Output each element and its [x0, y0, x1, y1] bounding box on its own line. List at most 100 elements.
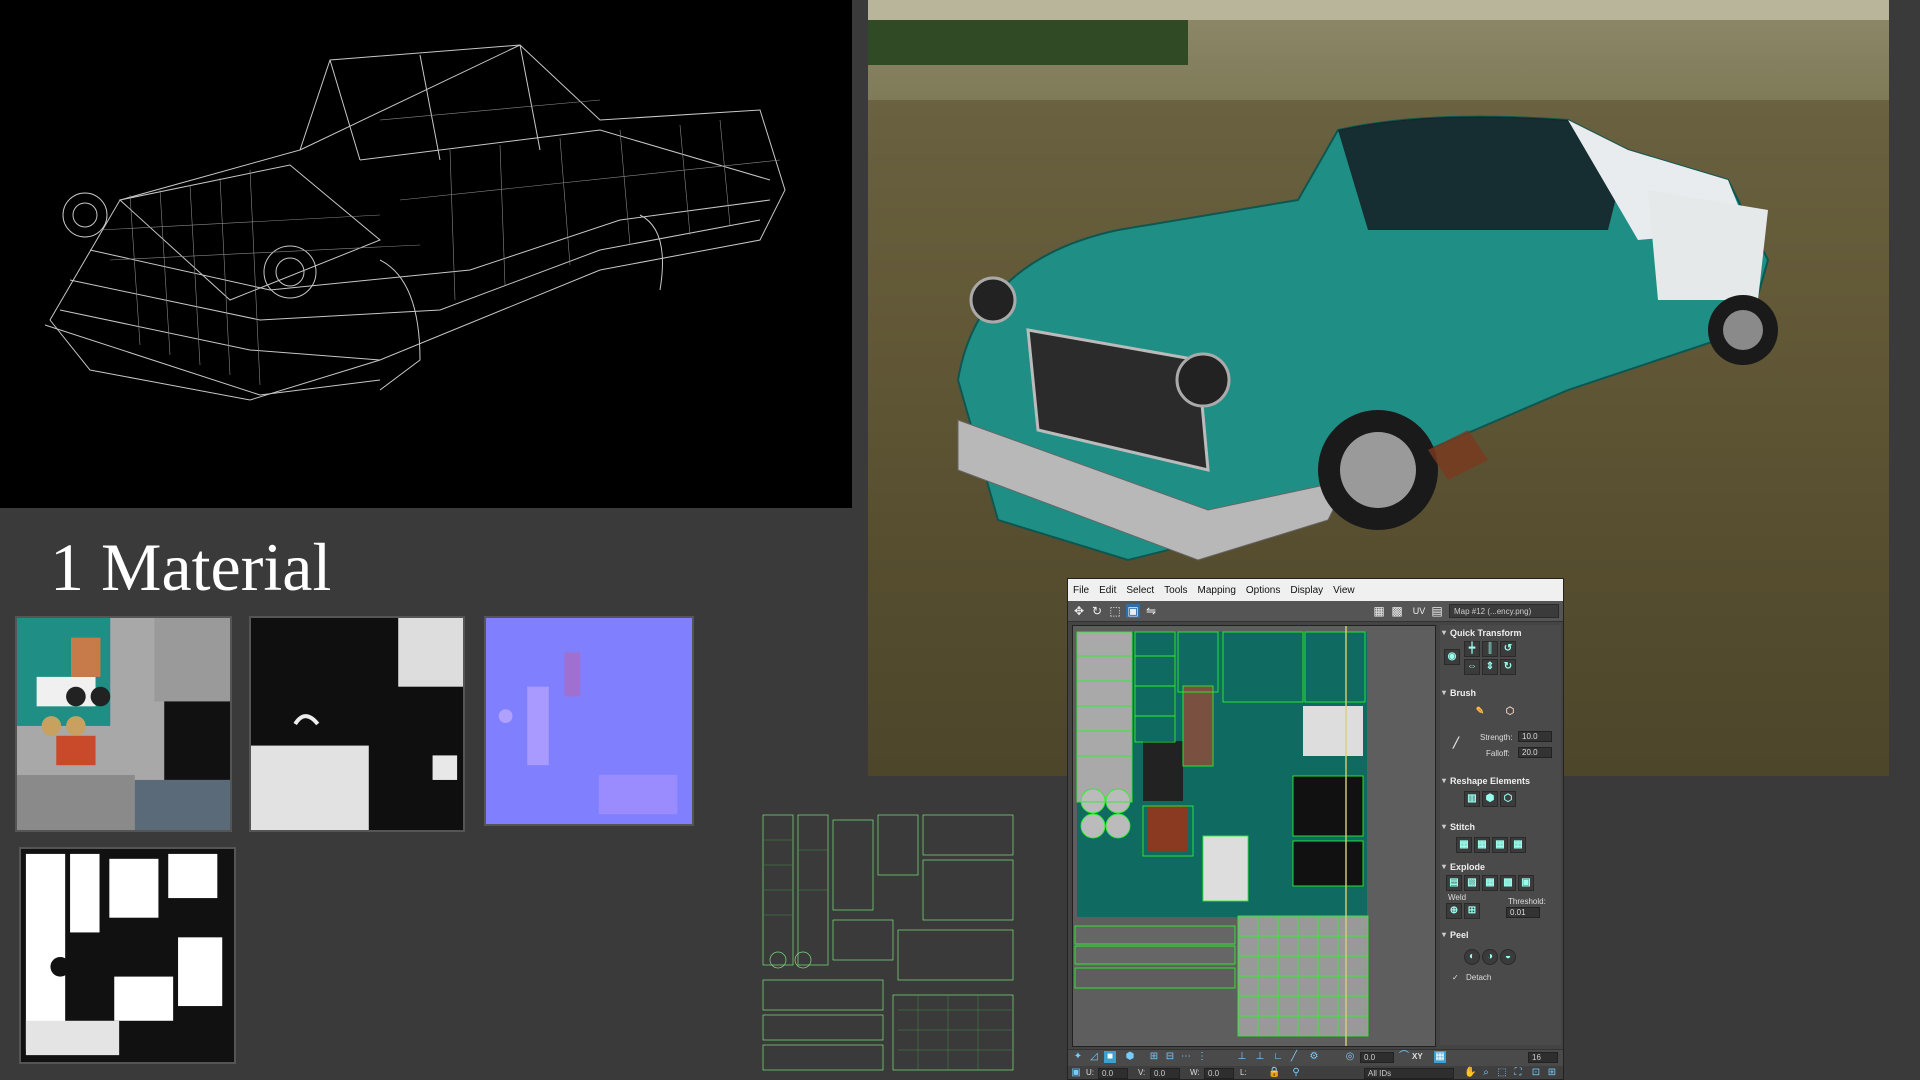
uv-wireframe-preview [758, 810, 1020, 1075]
select-by-id-icon[interactable]: ⊥ [1254, 1051, 1266, 1063]
quick-transform-header[interactable]: Quick Transform [1442, 627, 1559, 639]
snap-icon[interactable]: ⌒ [1398, 1051, 1410, 1063]
explode-header[interactable]: Explode [1442, 861, 1559, 873]
menu-file[interactable]: File [1073, 585, 1089, 596]
stitch-source-icon[interactable]: ▦ [1492, 837, 1508, 853]
pivot-icon[interactable]: ◉ [1444, 649, 1460, 665]
mirror-icon[interactable]: ⇋ [1144, 604, 1158, 618]
straighten-icon[interactable]: ▥ [1464, 791, 1480, 807]
space-horizontal-icon[interactable]: ⇔ [1464, 659, 1480, 675]
face-select-icon[interactable]: ■ [1104, 1051, 1116, 1063]
paint-select-icon[interactable]: ⊥ [1236, 1051, 1248, 1063]
reshape-header[interactable]: Reshape Elements [1442, 775, 1559, 787]
edge-select-icon[interactable]: ◿ [1088, 1051, 1100, 1063]
map-thumbnail-icon[interactable]: ▤ [1430, 604, 1444, 618]
freeform-icon[interactable]: ▣ [1126, 604, 1140, 618]
v-label: V: [1138, 1068, 1146, 1077]
base-color-texture [15, 616, 232, 832]
ring-select-icon[interactable]: ⋮ [1196, 1051, 1208, 1063]
paint-brush-icon[interactable]: ✎ [1472, 705, 1488, 721]
weld-target-icon[interactable]: ⊞ [1464, 903, 1480, 919]
zoom-extents-icon[interactable]: ⛶ [1512, 1067, 1524, 1079]
stitch-to-target-icon[interactable]: ▦ [1456, 837, 1472, 853]
menu-options[interactable]: Options [1246, 585, 1280, 596]
stitch-section: Stitch ▦ ▦ ▦ ▦ [1442, 821, 1559, 855]
stitch-header[interactable]: Stitch [1442, 821, 1559, 833]
zoom-selected-icon[interactable]: ⊡ [1530, 1067, 1542, 1079]
brush-header[interactable]: Brush [1442, 687, 1559, 699]
grid-snap-icon[interactable]: ▦ [1434, 1051, 1446, 1063]
loop-select-icon[interactable]: ⋯ [1180, 1051, 1192, 1063]
grow-select-icon[interactable]: ⊞ [1148, 1051, 1160, 1063]
peel-mode-icon[interactable]: ◑ [1482, 949, 1498, 965]
menu-select[interactable]: Select [1126, 585, 1154, 596]
zoom-all-icon[interactable]: ⊞ [1546, 1067, 1558, 1079]
menu-view[interactable]: View [1333, 585, 1355, 596]
xy-toggle[interactable]: XY [1412, 1052, 1423, 1061]
detach-checkbox-icon[interactable]: ✓ [1452, 973, 1459, 982]
w-input[interactable]: 0.0 [1204, 1068, 1234, 1079]
menu-tools[interactable]: Tools [1164, 585, 1187, 596]
explode-to-polys-icon[interactable]: ▧ [1464, 875, 1480, 891]
uv-editor-window[interactable]: File Edit Select Tools Mapping Options D… [1067, 578, 1564, 1080]
rotate-icon[interactable]: ↻ [1090, 604, 1104, 618]
uv-layout-graphic [1073, 626, 1435, 1046]
texture-toggle-icon[interactable]: ▩ [1390, 604, 1404, 618]
stitch-custom-icon[interactable]: ▦ [1510, 837, 1526, 853]
explode-to-smoothing-icon[interactable]: ▦ [1482, 875, 1498, 891]
soft-select-icon[interactable]: ⚙ [1308, 1051, 1320, 1063]
brush-select-icon[interactable]: ╱ [1288, 1051, 1300, 1063]
menu-display[interactable]: Display [1290, 585, 1323, 596]
explode-to-hard-edges-icon[interactable]: ▣ [1518, 875, 1534, 891]
explode-to-materials-icon[interactable]: ▩ [1500, 875, 1516, 891]
rotation-icon[interactable]: ◎ [1344, 1051, 1356, 1063]
v-input[interactable]: 0.0 [1150, 1068, 1180, 1079]
brush-line-icon[interactable]: ╱ [1448, 737, 1464, 753]
element-select-icon[interactable]: ⬢ [1124, 1051, 1136, 1063]
zoom-icon[interactable]: ⌕ [1480, 1067, 1492, 1079]
weld-label: Weld [1448, 893, 1467, 902]
select-overlap-icon[interactable]: ∟ [1272, 1051, 1284, 1063]
uv-label[interactable]: UV [1410, 604, 1428, 618]
menu-edit[interactable]: Edit [1099, 585, 1116, 596]
reset-peel-icon[interactable]: ◒ [1500, 949, 1516, 965]
rotate-90-icon[interactable]: ↺ [1500, 641, 1516, 657]
grid-size-input[interactable]: 16 [1528, 1052, 1558, 1063]
vertex-select-icon[interactable]: ✦ [1072, 1051, 1084, 1063]
uv-viewport[interactable] [1072, 625, 1436, 1047]
pan-icon[interactable]: ✋ [1464, 1067, 1476, 1079]
filter-icon[interactable]: ⚲ [1290, 1067, 1302, 1079]
angle-input[interactable]: 0.0 [1360, 1052, 1394, 1063]
stitch-average-icon[interactable]: ▦ [1474, 837, 1490, 853]
uv-menubar: File Edit Select Tools Mapping Options D… [1068, 579, 1563, 601]
align-vertical-icon[interactable]: ║ [1482, 641, 1498, 657]
align-horizontal-icon[interactable]: ┿ [1464, 641, 1480, 657]
scale-icon[interactable]: ⬚ [1108, 604, 1122, 618]
w-label: W: [1190, 1068, 1200, 1077]
strength-input[interactable]: 10.0 [1518, 731, 1552, 742]
relax-icon[interactable]: ⬢ [1482, 791, 1498, 807]
absolute-mode-icon[interactable]: ▣ [1070, 1067, 1082, 1079]
rotate-neg90-icon[interactable]: ↻ [1500, 659, 1516, 675]
falloff-input[interactable]: 20.0 [1518, 747, 1552, 758]
detach-label: Detach [1466, 973, 1492, 982]
break-icon[interactable]: ▤ [1446, 875, 1462, 891]
quick-peel-icon[interactable]: ◐ [1464, 949, 1480, 965]
threshold-input[interactable]: 0.01 [1506, 907, 1540, 918]
weld-selected-icon[interactable]: ⊕ [1446, 903, 1462, 919]
map-select-dropdown[interactable]: Map #12 (...ency.png) [1449, 604, 1559, 618]
peel-section: Peel ◐ ◑ ◒ ✓ Detach [1442, 929, 1559, 989]
uv-coordinate-bar: ▣ U: 0.0 V: 0.0 W: 0.0 L: 🔒 ⚲ All IDs ✋ … [1068, 1066, 1563, 1079]
shrink-select-icon[interactable]: ⊟ [1164, 1051, 1176, 1063]
u-input[interactable]: 0.0 [1098, 1068, 1128, 1079]
zoom-region-icon[interactable]: ⬚ [1496, 1067, 1508, 1079]
checker-icon[interactable]: ▦ [1372, 604, 1386, 618]
relax-brush-icon[interactable]: ⬡ [1502, 705, 1518, 721]
peel-header[interactable]: Peel [1442, 929, 1559, 941]
menu-mapping[interactable]: Mapping [1198, 585, 1236, 596]
space-vertical-icon[interactable]: ⇕ [1482, 659, 1498, 675]
material-id-dropdown[interactable]: All IDs [1364, 1068, 1454, 1079]
flatten-icon[interactable]: ⬡ [1500, 791, 1516, 807]
lock-icon[interactable]: 🔒 [1268, 1067, 1280, 1079]
move-icon[interactable]: ✥ [1072, 604, 1086, 618]
